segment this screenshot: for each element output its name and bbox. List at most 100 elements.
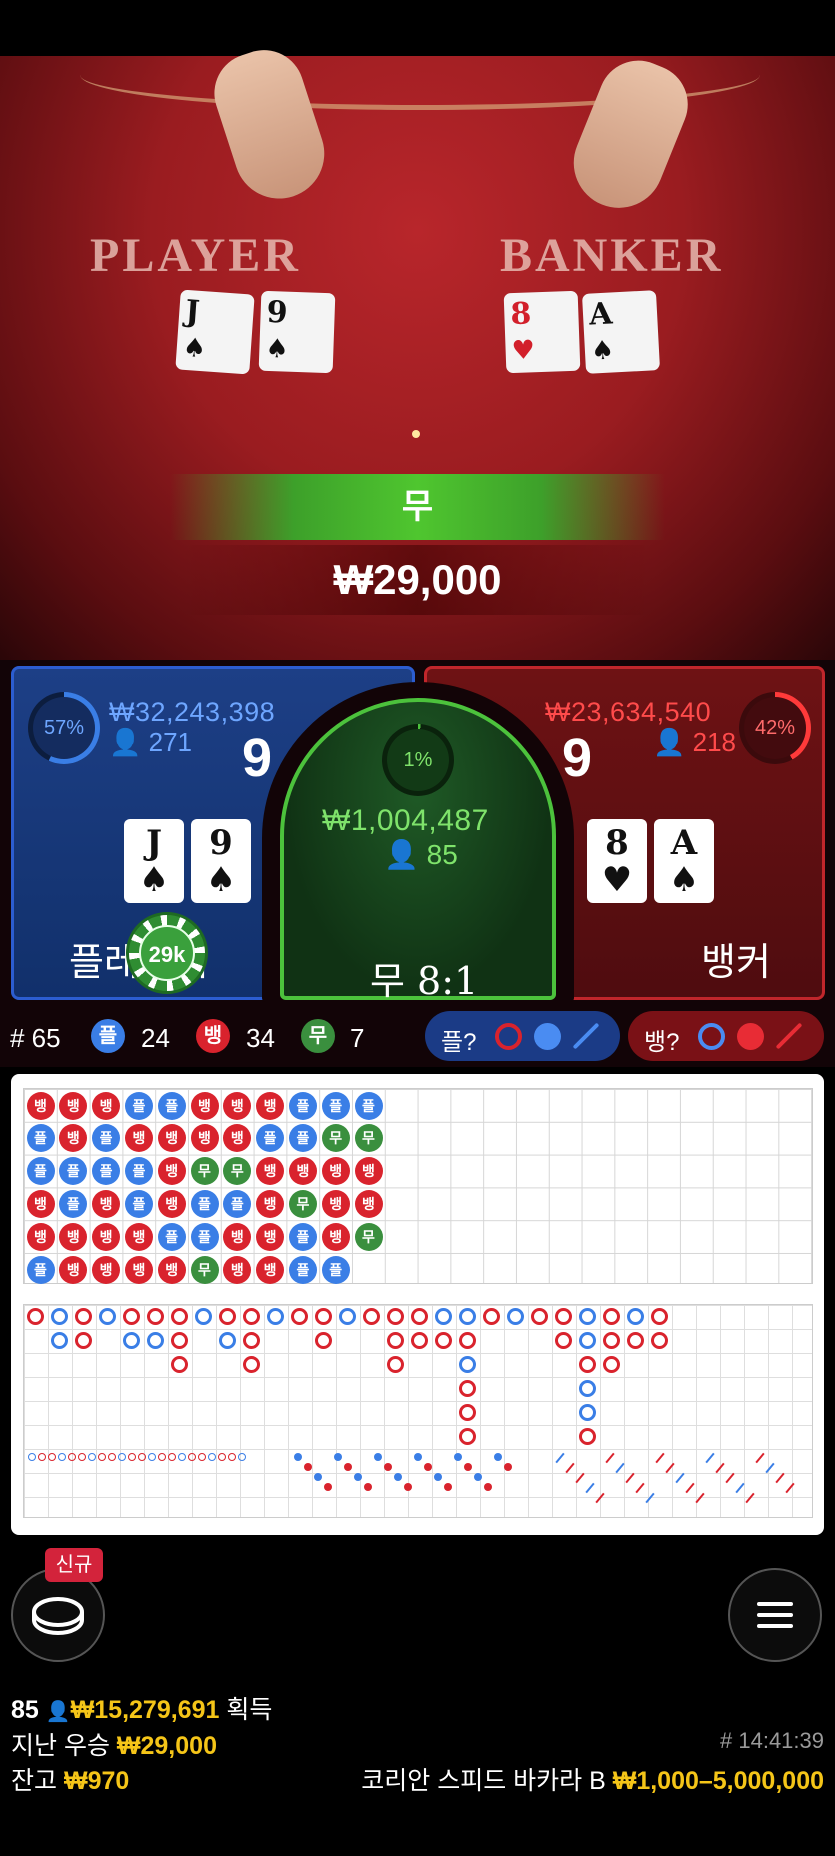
bead-road-cell: 플 bbox=[157, 1091, 186, 1120]
bead-road-cell: 무 bbox=[190, 1255, 219, 1284]
user-icon: 👤 bbox=[45, 1701, 71, 1723]
big-road-mark bbox=[603, 1308, 620, 1325]
player-ask-button[interactable]: 플? bbox=[425, 1011, 620, 1061]
bead-road-cell: 뱅 bbox=[124, 1124, 153, 1153]
big-road-mark bbox=[27, 1308, 44, 1325]
big-road-mark bbox=[579, 1380, 596, 1397]
small-road-mark bbox=[168, 1453, 176, 1461]
big-road-mark bbox=[579, 1404, 596, 1421]
dot-icon bbox=[534, 1023, 561, 1050]
roadmap-board[interactable]: 뱅플플뱅뱅플뱅뱅플플뱅뱅뱅플플뱅뱅뱅플뱅플플뱅뱅플뱅뱅뱅플뱅뱅뱅무플플무뱅뱅무플… bbox=[11, 1074, 824, 1535]
bead-plate-dot bbox=[504, 1463, 512, 1471]
big-road-mark bbox=[579, 1332, 596, 1349]
cockroach-road-mark bbox=[765, 1462, 775, 1474]
big-road-mark bbox=[291, 1308, 308, 1325]
bead-road-cell: 뱅 bbox=[157, 1157, 186, 1186]
menu-button[interactable] bbox=[728, 1568, 822, 1662]
bead-plate-dot bbox=[384, 1463, 392, 1471]
tie-wins: 7 bbox=[350, 1023, 365, 1053]
tie-bet-spot[interactable]: 1% ₩1,004,487 👤 85 무 8:1 bbox=[280, 698, 556, 1003]
big-road-mark bbox=[387, 1356, 404, 1373]
bead-road-cell: 뱅 bbox=[157, 1189, 186, 1218]
big-road-mark bbox=[579, 1308, 596, 1325]
banker-ask-button[interactable]: 뱅? bbox=[628, 1011, 824, 1061]
bead-plate-dot bbox=[354, 1473, 362, 1481]
bead-plate-dot bbox=[474, 1473, 482, 1481]
bead-road-cell: 플 bbox=[26, 1157, 55, 1186]
cockroach-road-mark bbox=[555, 1452, 565, 1464]
bead-road-cell: 뱅 bbox=[223, 1255, 252, 1284]
banker-count-badge: 뱅 bbox=[196, 1019, 230, 1053]
bead-plate-dot bbox=[434, 1473, 442, 1481]
bead-road-cell: 뱅 bbox=[26, 1091, 55, 1120]
big-road-mark bbox=[171, 1356, 188, 1373]
table-player-label: PLAYER bbox=[90, 229, 301, 282]
bead-road-cell: 뱅 bbox=[92, 1091, 121, 1120]
shoe-light bbox=[412, 430, 420, 438]
bead-plate-dot bbox=[364, 1483, 372, 1491]
user-icon: 👤 bbox=[109, 727, 142, 757]
cockroach-road-mark bbox=[655, 1452, 665, 1464]
lobby-button[interactable] bbox=[11, 1568, 105, 1662]
bet-chip[interactable]: 29k bbox=[126, 912, 208, 994]
cockroach-road-mark bbox=[645, 1492, 655, 1504]
chip-stack-icon bbox=[32, 1597, 84, 1635]
bead-road-cell: 뱅 bbox=[59, 1091, 88, 1120]
big-road-mark bbox=[459, 1428, 476, 1445]
bead-road-cell: 플 bbox=[190, 1189, 219, 1218]
cockroach-road-mark bbox=[575, 1472, 585, 1484]
player-card: J ♠ bbox=[124, 819, 184, 903]
bead-road: 뱅플플뱅뱅플뱅뱅플플뱅뱅뱅플플뱅뱅뱅플뱅플플뱅뱅플뱅뱅뱅플뱅뱅뱅무플플무뱅뱅무플… bbox=[23, 1088, 813, 1284]
bead-plate-dot bbox=[344, 1463, 352, 1471]
big-road-mark bbox=[171, 1308, 188, 1325]
bead-road-cell: 플 bbox=[288, 1091, 317, 1120]
bead-plate-dot bbox=[494, 1453, 502, 1461]
small-road-mark bbox=[88, 1453, 96, 1461]
bead-plate-dot bbox=[454, 1453, 462, 1461]
bead-plate-dot bbox=[424, 1463, 432, 1471]
small-road-mark bbox=[128, 1453, 136, 1461]
cockroach-road-mark bbox=[665, 1462, 675, 1474]
bead-plate-dot bbox=[484, 1483, 492, 1491]
banker-score: 9 bbox=[562, 728, 593, 788]
cockroach-road-mark bbox=[615, 1462, 625, 1474]
bead-road-cell: 무 bbox=[190, 1157, 219, 1186]
big-road-mark bbox=[243, 1308, 260, 1325]
new-badge: 신규 bbox=[45, 1548, 103, 1582]
balance-line: 잔고 ₩970 bbox=[11, 1767, 130, 1795]
big-road-mark bbox=[555, 1308, 572, 1325]
small-road-mark bbox=[68, 1453, 76, 1461]
dot-icon bbox=[737, 1023, 764, 1050]
bead-plate-dot bbox=[444, 1483, 452, 1491]
big-road-mark bbox=[579, 1428, 596, 1445]
bead-road-cell: 플 bbox=[157, 1222, 186, 1251]
bead-road-cell: 뱅 bbox=[190, 1124, 219, 1153]
cockroach-road-mark bbox=[585, 1482, 595, 1494]
small-road-mark bbox=[38, 1453, 46, 1461]
big-road-mark bbox=[147, 1308, 164, 1325]
banker-card: A ♠ bbox=[654, 819, 714, 903]
big-road-mark bbox=[603, 1356, 620, 1373]
table-card: A ♠ bbox=[581, 290, 661, 374]
bead-plate-dot bbox=[334, 1453, 342, 1461]
big-road-mark bbox=[75, 1332, 92, 1349]
bead-road-cell: 플 bbox=[321, 1091, 350, 1120]
tie-label: 무 8:1 bbox=[370, 959, 479, 1003]
small-road-mark bbox=[48, 1453, 56, 1461]
cockroach-road-mark bbox=[565, 1462, 575, 1474]
bead-road-cell: 뱅 bbox=[321, 1222, 350, 1251]
big-road-mark bbox=[579, 1356, 596, 1373]
tie-bettor-count: 👤 85 bbox=[384, 839, 458, 870]
bead-plate-dot bbox=[374, 1453, 382, 1461]
bead-road-cell: 플 bbox=[288, 1222, 317, 1251]
big-road-mark bbox=[51, 1308, 68, 1325]
banker-bet-total: ₩23,634,540 bbox=[545, 697, 712, 727]
bead-road-cell: 뱅 bbox=[92, 1189, 121, 1218]
big-road-mark bbox=[459, 1404, 476, 1421]
user-icon: 👤 bbox=[653, 727, 686, 757]
cockroach-road-mark bbox=[735, 1482, 745, 1494]
bead-road-cell: 플 bbox=[124, 1189, 153, 1218]
player-score: 9 bbox=[242, 728, 273, 788]
small-road-mark bbox=[218, 1453, 226, 1461]
bead-road-cell: 플 bbox=[26, 1255, 55, 1284]
